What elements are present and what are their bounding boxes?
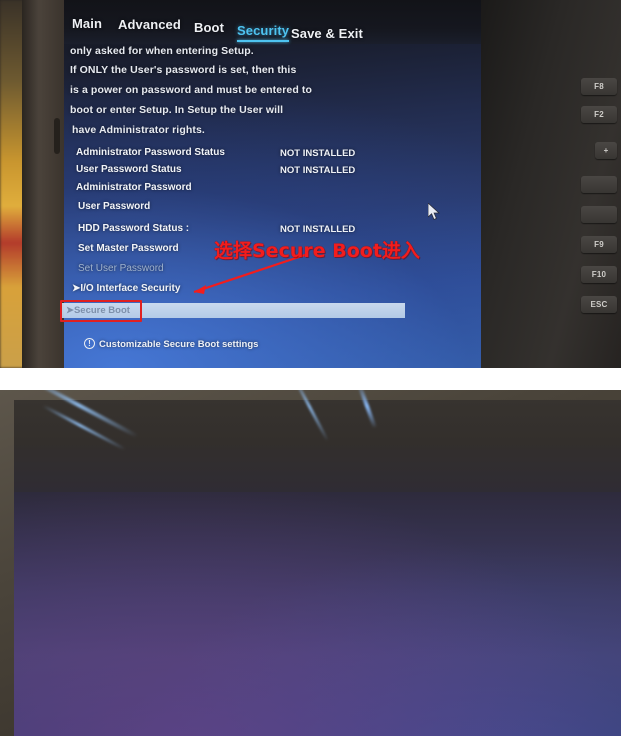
bezel-notch <box>54 118 60 154</box>
info-icon: ! <box>84 338 95 349</box>
keyboard-key-2[interactable] <box>581 176 617 193</box>
row-value-hdd-password-status: NOT INSTALLED <box>280 224 356 235</box>
row-value-user-password-status: NOT INSTALLED <box>280 165 356 176</box>
bottom-bios-screen <box>14 390 621 736</box>
key-label: + <box>603 146 609 155</box>
row-label-user-password-status[interactable]: User Password Status <box>76 164 182 175</box>
help-line-4: have Administrator rights. <box>72 124 205 136</box>
top-bios-menu-tabs: Main Advanced Boot Security Save & Exit <box>0 6 621 42</box>
row-label-administrator-password-status[interactable]: Administrator Password Status <box>76 147 225 158</box>
tab-main[interactable]: Main <box>72 16 102 31</box>
key-label: F2 <box>594 110 604 119</box>
keyboard-key-f10[interactable]: F10 <box>581 266 617 283</box>
row-value-administrator-password-status: NOT INSTALLED <box>280 148 356 159</box>
submenu-io-interface-security[interactable]: ➤I/O Interface Security <box>72 283 180 294</box>
tab-save-exit[interactable]: Save & Exit <box>291 26 363 41</box>
tab-boot[interactable]: Boot <box>194 20 224 35</box>
laptop-keyboard-area: F8 F2 + F9 F10 ESC <box>481 0 621 368</box>
row-label-user-password[interactable]: User Password <box>78 201 150 212</box>
top-photo-bios-security-page: F8 F2 + F9 F10 ESC Main Advanced Boot Se… <box>0 0 621 368</box>
help-line-0: only asked for when entering Setup. <box>70 45 254 57</box>
keyboard-key-1[interactable]: F2 <box>581 106 617 123</box>
keyboard-key-0[interactable]: F8 <box>581 78 617 95</box>
screenshot-root: F8 F2 + F9 F10 ESC Main Advanced Boot Se… <box>0 0 621 736</box>
row-label-hdd-password-status[interactable]: HDD Password Status : <box>78 223 189 234</box>
footer-hint-text: Customizable Secure Boot settings <box>99 339 259 350</box>
annotation-text-top: 选择Secure Boot进入 <box>214 240 420 262</box>
key-label: F8 <box>594 82 604 91</box>
info-icon-glyph: ! <box>88 338 91 348</box>
row-label-set-user-password: Set User Password <box>78 263 164 274</box>
bottom-header-background <box>14 400 621 492</box>
tab-advanced[interactable]: Advanced <box>118 17 181 32</box>
key-label: F10 <box>591 270 607 279</box>
photo-separator <box>0 368 621 390</box>
help-line-2: is a power on password and must be enter… <box>70 84 312 96</box>
row-label-set-master-password[interactable]: Set Master Password <box>78 243 179 254</box>
mouse-pointer-icon <box>428 203 441 221</box>
key-label: F9 <box>594 240 604 249</box>
annotation-box-secure-boot <box>60 300 142 322</box>
help-line-1: If ONLY the User's password is set, then… <box>70 64 297 76</box>
key-label: ESC <box>590 300 608 309</box>
help-line-3: boot or enter Setup. In Setup the User w… <box>70 104 284 116</box>
laptop-bezel-left <box>22 0 64 368</box>
tab-security[interactable]: Security <box>237 23 290 42</box>
row-label-administrator-password[interactable]: Administrator Password <box>76 182 192 193</box>
keyboard-key-3[interactable] <box>581 206 617 223</box>
keyboard-key-esc[interactable]: ESC <box>581 296 617 313</box>
keyboard-key-f9[interactable]: F9 <box>581 236 617 253</box>
bottom-photo-secure-boot-page: /ISUS BIOS Utility - Advanced Mode Main … <box>0 390 621 736</box>
keyboard-key-plus[interactable]: + <box>595 142 617 159</box>
